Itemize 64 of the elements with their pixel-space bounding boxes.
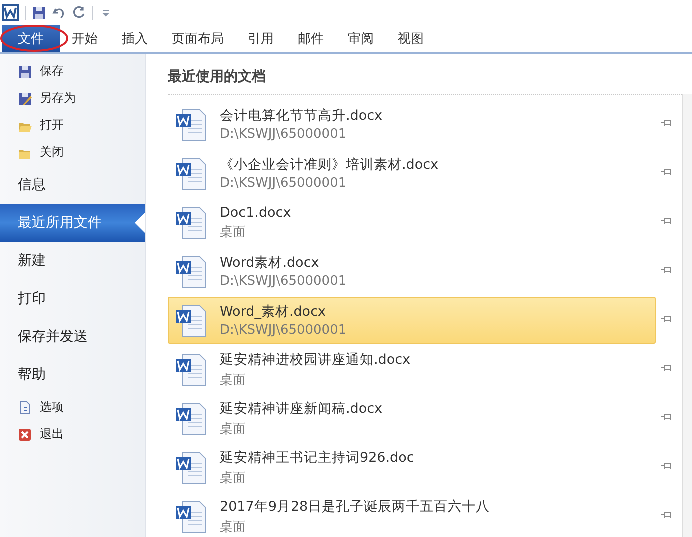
- recent-document[interactable]: Doc1.docx 桌面: [168, 199, 656, 246]
- document-location: 桌面: [220, 224, 247, 240]
- recent-document[interactable]: 2017年9月28日是孔子诞辰两千五百六十八 桌面: [168, 493, 656, 537]
- section-heading: 最近使用的文档: [168, 68, 692, 95]
- document-name: 延安精神讲座新闻稿.docx: [220, 400, 383, 418]
- menu-item[interactable]: 选项: [0, 394, 145, 421]
- pin-icon[interactable]: [661, 314, 673, 324]
- menu-item[interactable]: 退出: [0, 421, 145, 448]
- document-name: Doc1.docx: [220, 204, 292, 220]
- menu-item[interactable]: 新建: [0, 242, 145, 280]
- document-location: 桌面: [220, 470, 247, 486]
- ribbon-tab[interactable]: 引用: [236, 25, 286, 52]
- menu-item-icon: [18, 64, 32, 78]
- menu-item-icon: [18, 400, 32, 414]
- document-name: 延安精神王书记主持词926.doc: [220, 448, 414, 466]
- menu-item-icon: [18, 92, 32, 106]
- recent-document[interactable]: 《小企业会计准则》培训素材.docx D:\KSWJJ\65000001: [168, 150, 656, 197]
- ribbon-tab[interactable]: 页面布局: [160, 25, 236, 52]
- ribbon-tab[interactable]: 插入: [110, 25, 160, 52]
- pin-icon[interactable]: [661, 265, 673, 275]
- pin-icon[interactable]: [661, 461, 673, 471]
- pin-icon[interactable]: [661, 216, 673, 226]
- menu-item[interactable]: 打印: [0, 280, 145, 318]
- document-name: Word_素材.docx: [220, 303, 327, 321]
- ribbon-tab[interactable]: 开始: [60, 25, 110, 52]
- highlight-circle: [0, 25, 69, 52]
- menu-item[interactable]: 保存并发送: [0, 318, 145, 356]
- document-location: 桌面: [220, 372, 247, 388]
- document-location: D:\KSWJJ\65000001: [220, 176, 348, 191]
- ribbon-tab[interactable]: 邮件: [286, 25, 336, 52]
- pin-icon[interactable]: [661, 412, 673, 422]
- scrollbar[interactable]: [682, 94, 692, 537]
- document-name: 《小企业会计准则》培训素材.docx: [220, 156, 439, 174]
- pin-icon[interactable]: [661, 118, 673, 128]
- menu-item-icon: [18, 428, 32, 442]
- recent-document[interactable]: 延安精神讲座新闻稿.docx 桌面: [168, 395, 656, 442]
- menu-item[interactable]: 另存为: [0, 85, 145, 112]
- document-location: 桌面: [220, 420, 247, 438]
- pin-icon[interactable]: [661, 363, 673, 373]
- recent-document[interactable]: Word素材.docx D:\KSWJJ\65000001: [168, 248, 656, 295]
- menu-item[interactable]: 信息: [0, 166, 145, 204]
- recent-document[interactable]: 会计电算化节节高升.docx D:\KSWJJ\65000001: [168, 101, 656, 148]
- recent-document[interactable]: 延安精神王书记主持词926.doc 桌面: [168, 444, 656, 491]
- document-name: 2017年9月28日是孔子诞辰两千五百六十八: [220, 498, 490, 516]
- recent-document[interactable]: 延安精神进校园讲座通知.docx 桌面: [168, 346, 656, 393]
- document-location: D:\KSWJJ\65000001: [220, 127, 348, 142]
- menu-item[interactable]: 帮助: [0, 356, 145, 394]
- ribbon-tab[interactable]: 审阅: [336, 25, 386, 52]
- menu-item[interactable]: 最近所用文件: [0, 204, 145, 242]
- menu-item[interactable]: 打开: [0, 112, 145, 139]
- document-name: 会计电算化节节高升.docx: [220, 107, 383, 125]
- document-name: Word素材.docx: [220, 254, 320, 272]
- pin-icon[interactable]: [661, 510, 673, 520]
- undo-icon[interactable]: [52, 6, 66, 20]
- save-icon[interactable]: [32, 6, 46, 20]
- document-location: 桌面: [220, 518, 247, 536]
- menu-item[interactable]: 关闭: [0, 139, 145, 166]
- document-location: D:\KSWJJ\65000001: [220, 274, 347, 289]
- pin-icon[interactable]: [661, 167, 673, 177]
- menu-item[interactable]: 保存: [0, 58, 145, 85]
- ribbon-tab[interactable]: 视图: [386, 25, 436, 52]
- document-location: D:\KSWJJ\65000001: [220, 323, 347, 338]
- document-name: 延安精神进校园讲座通知.docx: [220, 350, 411, 368]
- redo-icon[interactable]: [72, 6, 86, 20]
